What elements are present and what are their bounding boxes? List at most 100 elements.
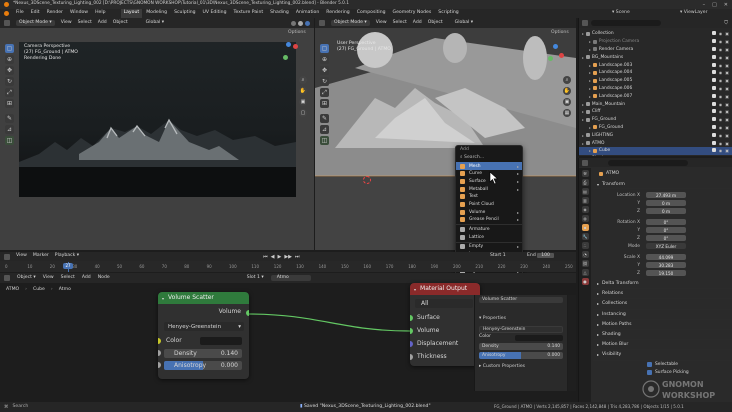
menu-select[interactable]: Select — [393, 20, 407, 26]
eye-icon[interactable]: ◉ — [719, 39, 723, 44]
scene-selector[interactable]: ▾ Scene — [612, 10, 630, 16]
eye-icon[interactable]: ◉ — [719, 102, 723, 107]
target-dropdown[interactable]: All — [415, 299, 473, 308]
outliner-item[interactable]: ▸ Cliff ◉ ▣ — [579, 108, 732, 116]
cursor-tool-icon[interactable]: ⊕ — [320, 55, 329, 64]
side-anisotropy-field[interactable]: Anisotropy 0.000 — [479, 351, 563, 359]
expand-arrow-icon[interactable]: ▸ — [589, 39, 591, 44]
y-axis-icon[interactable] — [548, 56, 553, 61]
panel-relations[interactable]: ▸ Relations — [593, 289, 732, 300]
pan-hand-icon[interactable]: ✋ — [563, 87, 571, 95]
physics-tab-icon[interactable]: ◔ — [581, 251, 589, 258]
anisotropy-input-socket[interactable] — [158, 362, 161, 368]
checkbox-icon[interactable] — [711, 101, 716, 106]
editor-type-icon[interactable] — [319, 20, 325, 26]
workspace-tab-geometry-nodes[interactable]: Geometry Nodes — [390, 9, 435, 18]
menu-render[interactable]: Render — [47, 11, 63, 16]
end-frame-field[interactable]: End 100 — [527, 253, 554, 259]
checkbox-selectable[interactable]: Selectable — [647, 361, 732, 369]
location-y-field[interactable]: 0 m — [646, 200, 686, 206]
camera-render-icon[interactable]: ▣ — [725, 86, 729, 91]
add-menu-item-text[interactable]: Text — [456, 193, 522, 201]
cursor-tool-icon[interactable]: ⊕ — [5, 55, 14, 64]
checkbox-icon[interactable] — [711, 93, 716, 98]
editor-type-icon[interactable] — [4, 253, 10, 260]
particles-tab-icon[interactable]: ∴ — [581, 242, 589, 249]
menu-edit[interactable]: Edit — [31, 11, 40, 16]
checkbox-icon[interactable] — [647, 362, 652, 367]
outliner-item[interactable]: ▸ Render Camera ◉ ▣ — [579, 46, 732, 54]
add-cube-tool-icon[interactable]: ◫ — [5, 136, 14, 145]
select-box-tool-icon[interactable]: ▢ — [320, 44, 329, 53]
panel-collections[interactable]: ▸ Collections — [593, 299, 732, 310]
x-axis-icon[interactable] — [293, 44, 298, 49]
add-menu-item-armature[interactable]: Armature — [456, 226, 522, 234]
expand-arrow-icon[interactable]: ▸ — [589, 94, 591, 99]
menu-object[interactable]: Object — [113, 20, 128, 26]
expand-arrow-icon[interactable]: ▸ — [582, 31, 584, 36]
workspace-tab-uv-editing[interactable]: UV Editing — [200, 9, 230, 18]
grid-icon[interactable]: ▦ — [563, 109, 571, 117]
thickness-input-socket[interactable] — [410, 354, 413, 360]
scale-tool-icon[interactable]: ⤢ — [5, 88, 14, 97]
checkbox-icon[interactable] — [711, 85, 716, 90]
volume-scatter-node[interactable]: ▾ Volume Scatter Volume Henyey-Greenstein… — [158, 292, 249, 379]
eye-icon[interactable]: ◉ — [719, 31, 723, 36]
menu-view[interactable]: View — [16, 254, 27, 259]
panel-delta-transform[interactable]: ▸ Delta Transform — [593, 279, 732, 290]
outliner-item[interactable]: ▸ Landscape.004 ◉ ▣ — [579, 69, 732, 77]
camera-render-icon[interactable]: ▣ — [725, 70, 729, 75]
eye-icon[interactable]: ◉ — [719, 117, 723, 122]
expand-arrow-icon[interactable]: ▸ — [589, 63, 591, 68]
camera-render-icon[interactable]: ▣ — [725, 125, 729, 130]
outliner-item[interactable]: ▸ Landscape.007 ◉ ▣ — [579, 92, 732, 100]
expand-arrow-icon[interactable]: ▸ — [589, 148, 591, 153]
eye-icon[interactable]: ◉ — [719, 47, 723, 52]
output-tab-icon[interactable]: ▤ — [581, 188, 589, 195]
outliner-item[interactable]: ▸ Landscape.005 ◉ ▣ — [579, 77, 732, 85]
material-output-node[interactable]: ▾ Material Output All Surface Volume Disp… — [410, 283, 480, 366]
camera-render-icon[interactable]: ▣ — [725, 102, 729, 107]
scale-tool-icon[interactable]: ⤢ — [320, 88, 329, 97]
timeline-ruler[interactable]: 0 10 20 30 40 50 60 70 80 90 100 110 120 130 140 150 160… — [0, 262, 576, 272]
rendered-shading-icon[interactable] — [305, 20, 310, 26]
expand-arrow-icon[interactable]: ▸ — [582, 102, 584, 107]
solid-viewport[interactable]: Object Mode ▾ View Select Add Object Glo… — [315, 18, 576, 250]
eye-icon[interactable]: ◉ — [719, 78, 723, 83]
add-menu-search[interactable]: ⌕ Search... — [456, 155, 522, 163]
filter-icon[interactable]: ⛉ — [724, 20, 728, 26]
rotation-y-field[interactable]: 0° — [646, 227, 686, 233]
material-tab-icon[interactable]: ● — [581, 278, 589, 285]
volume-input-socket[interactable] — [410, 328, 413, 334]
z-axis-icon[interactable] — [286, 42, 291, 47]
expand-arrow-icon[interactable]: ▸ — [589, 86, 591, 91]
menu-marker[interactable]: Marker — [33, 254, 49, 259]
menu-view[interactable]: View — [376, 20, 387, 26]
properties-type-icon[interactable] — [582, 159, 588, 166]
minimize-icon[interactable]: – — [703, 2, 706, 8]
outliner-item[interactable]: ▸ LIGHTING ◉ ▣ — [579, 131, 732, 139]
workspace-tab-sculpting[interactable]: Sculpting — [171, 9, 198, 18]
eye-icon[interactable]: ◉ — [719, 141, 723, 146]
window-controls[interactable]: – □ ✕ — [703, 2, 728, 8]
volume-scatter-header[interactable]: ▾ Volume Scatter — [158, 292, 249, 304]
panel-shading[interactable]: ▸ Shading — [593, 330, 732, 341]
panel-motion-paths[interactable]: ▸ Motion Paths — [593, 320, 732, 330]
editor-type-icon[interactable] — [4, 20, 10, 26]
eye-icon[interactable]: ◉ — [719, 125, 723, 130]
menu-add[interactable]: Add — [413, 20, 422, 26]
jump-start-icon[interactable]: ⏮ — [263, 254, 268, 260]
outliner-item[interactable]: ▸ ATMO ◉ ▣ — [579, 139, 732, 147]
transform-tool-icon[interactable]: ⊞ — [320, 99, 329, 108]
add-cube-tool-icon[interactable]: ◫ — [320, 136, 329, 145]
world-tab-icon[interactable]: ◍ — [581, 215, 589, 222]
navigation-gizmo[interactable] — [278, 42, 300, 64]
rotation-mode-dropdown[interactable]: XYZ Euler — [646, 243, 686, 249]
shader-editor[interactable]: Object ▾ View Select Add Node Slot 1 ▾ A… — [0, 273, 576, 401]
camera-viewport[interactable]: Object Mode ▾ View Select Add Object Glo… — [0, 18, 314, 250]
checkbox-icon[interactable] — [711, 62, 716, 67]
workspace-tab-rendering[interactable]: Rendering — [323, 9, 352, 18]
outliner-item[interactable]: ▸ Cube ◉ ▣ — [579, 146, 732, 155]
displacement-input-socket[interactable] — [410, 341, 413, 347]
pan-hand-icon[interactable]: ✋ — [299, 87, 307, 95]
